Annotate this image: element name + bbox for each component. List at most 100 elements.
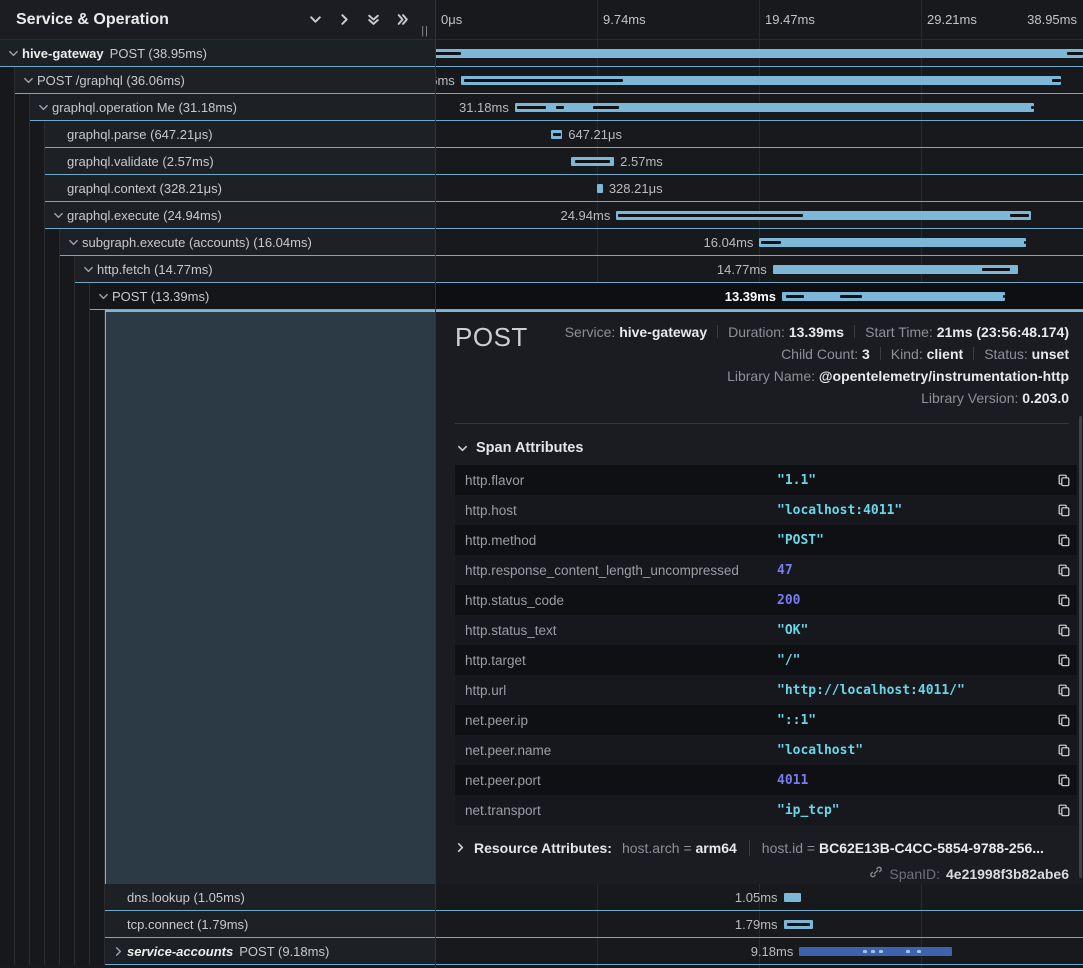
- span-row-subgraph-execute-accounts-[interactable]: subgraph.execute (accounts) (16.04ms)16.…: [0, 229, 1083, 256]
- span-name-cell[interactable]: graphql.context (328.21μs): [45, 175, 435, 202]
- span-name-cell[interactable]: dns.lookup (1.05ms): [105, 884, 435, 911]
- span-name-cell[interactable]: http.fetch (14.77ms): [75, 256, 435, 283]
- span-duration-label: 14.77ms: [717, 256, 773, 283]
- span-name-cell[interactable]: hive-gatewayPOST (38.95ms): [0, 40, 435, 67]
- chevron-down-icon[interactable]: [68, 237, 82, 248]
- chevron-down-icon[interactable]: [8, 48, 22, 59]
- overview-field-label: Library Version:: [921, 390, 1022, 406]
- span-name-cell[interactable]: POST /graphql (36.06ms): [15, 67, 435, 94]
- chevron-down-icon[interactable]: [98, 291, 112, 302]
- span-duration-bar[interactable]: [435, 49, 1083, 58]
- span-bar-area: 13.39ms: [435, 283, 1083, 310]
- span-row-tcp-connect[interactable]: tcp.connect (1.79ms) 1.79ms: [0, 911, 1083, 938]
- span-name-cell[interactable]: graphql.execute (24.94ms): [45, 202, 435, 229]
- span-duration-bar[interactable]: [773, 265, 1019, 274]
- span-name-cell[interactable]: graphql.validate (2.57ms): [45, 148, 435, 175]
- attribute-value: "/": [777, 653, 1051, 668]
- child-span-marker: [786, 295, 804, 298]
- span-name-cell[interactable]: service-accountsPOST (9.18ms): [105, 938, 435, 965]
- expand-all-icon[interactable]: [395, 13, 409, 27]
- span-row-post[interactable]: hive-gatewayPOST (38.95ms): [0, 40, 1083, 67]
- span-duration-bar[interactable]: [782, 292, 1005, 301]
- indent-guides: [0, 94, 30, 121]
- span-duration-label: 13.39ms: [725, 283, 782, 310]
- selected-span-highlight[interactable]: [105, 310, 435, 884]
- span-duration-bar[interactable]: [571, 157, 614, 166]
- span-duration-bar[interactable]: [759, 238, 1026, 247]
- span-duration-bar[interactable]: [799, 947, 952, 956]
- span-row-graphql-validate[interactable]: graphql.validate (2.57ms)2.57ms: [0, 148, 1083, 175]
- copy-icon[interactable]: [1051, 533, 1071, 547]
- span-bar-area: 9.18ms: [435, 938, 1083, 965]
- span-name-cell[interactable]: graphql.parse (647.21μs): [45, 121, 435, 148]
- span-name-cell[interactable]: subgraph.execute (accounts) (16.04ms): [60, 229, 435, 256]
- child-span-marker: [906, 950, 910, 953]
- span-bar-area: 36.06ms: [435, 67, 1083, 94]
- resource-attributes-row: Resource Attributes: host.arch = arm64 ho…: [455, 840, 1069, 856]
- chevron-right-icon[interactable]: [455, 840, 466, 856]
- span-row-post[interactable]: service-accountsPOST (9.18ms)9.18ms: [0, 938, 1083, 965]
- collapse-one-icon[interactable]: [308, 13, 322, 27]
- span-name-cell[interactable]: tcp.connect (1.79ms): [105, 911, 435, 938]
- detail-scrollbar[interactable]: [1079, 416, 1082, 878]
- span-id-label: SpanID:: [889, 866, 940, 882]
- chevron-down-icon[interactable]: [38, 102, 52, 113]
- child-span-marker: [761, 241, 781, 244]
- copy-icon[interactable]: [1051, 743, 1071, 757]
- span-duration-bar[interactable]: [784, 893, 801, 902]
- span-name-cell[interactable]: graphql.operation Me (31.18ms): [30, 94, 435, 121]
- copy-icon[interactable]: [1051, 773, 1071, 787]
- span-duration-bar[interactable]: [461, 76, 1061, 85]
- expand-one-icon[interactable]: [337, 13, 351, 27]
- panel-resize-handle[interactable]: ||: [421, 25, 429, 37]
- span-name-cell[interactable]: POST (13.39ms): [90, 283, 435, 310]
- copy-icon[interactable]: [1051, 803, 1071, 817]
- attribute-key: http.url: [465, 683, 777, 698]
- attribute-value: "1.1": [777, 473, 1051, 488]
- collapse-all-icon[interactable]: [366, 13, 380, 27]
- span-row-dns-lookup[interactable]: dns.lookup (1.05ms)1.05ms: [0, 884, 1083, 911]
- chevron-down-icon[interactable]: [23, 75, 37, 86]
- chevron-down-icon[interactable]: [83, 264, 97, 275]
- span-label: dns.lookup (1.05ms): [127, 890, 245, 905]
- span-row-graphql-operation-me[interactable]: graphql.operation Me (31.18ms)31.18ms: [0, 94, 1083, 121]
- resource-attribute-key: host.id: [762, 840, 807, 856]
- copy-icon[interactable]: [1051, 563, 1071, 577]
- copy-icon[interactable]: [1051, 713, 1071, 727]
- service-name: hive-gateway: [22, 46, 104, 61]
- child-span-marker: [1031, 106, 1034, 109]
- overview-field-label: Start Time:: [865, 324, 937, 340]
- span-row-graphql-parse[interactable]: graphql.parse (647.21μs)647.21μs: [0, 121, 1083, 148]
- copy-icon[interactable]: [1051, 503, 1071, 517]
- span-row-graphql-execute[interactable]: graphql.execute (24.94ms)24.94ms: [0, 202, 1083, 229]
- span-row-post[interactable]: POST (13.39ms) 13.39ms: [0, 283, 1083, 310]
- copy-icon[interactable]: [1051, 683, 1071, 697]
- timeline-tick-label: 29.21ms: [927, 12, 977, 27]
- chevron-down-icon[interactable]: [53, 210, 67, 221]
- equals-sign: =: [807, 840, 819, 856]
- span-duration-bar[interactable]: [551, 130, 562, 139]
- link-icon[interactable]: [869, 865, 883, 882]
- copy-icon[interactable]: [1051, 623, 1071, 637]
- chevron-right-icon[interactable]: [113, 946, 127, 957]
- span-label: hive-gatewayPOST (38.95ms): [22, 46, 207, 61]
- span-row-http-fetch[interactable]: http.fetch (14.77ms) 14.77ms: [0, 256, 1083, 283]
- panel-divider[interactable]: [435, 0, 436, 968]
- span-duration-bar[interactable]: [784, 920, 814, 929]
- timeline-tick-label: 9.74ms: [603, 12, 646, 27]
- span-duration-bar[interactable]: [515, 103, 1034, 112]
- copy-icon[interactable]: [1051, 653, 1071, 667]
- span-duration-label: 1.79ms: [735, 911, 784, 938]
- overview-field-value: hive-gateway: [619, 324, 707, 340]
- span-duration-bar[interactable]: [616, 211, 1031, 220]
- copy-icon[interactable]: [1051, 593, 1071, 607]
- resource-attribute-item: host.arch = arm64: [622, 840, 737, 856]
- overview-separator: [973, 347, 974, 360]
- span-row-graphql-context[interactable]: graphql.context (328.21μs) 328.21μs: [0, 175, 1083, 202]
- resource-attributes-title[interactable]: Resource Attributes:: [474, 840, 612, 856]
- resource-attribute-item: host.id = BC62E13B-C4CC-5854-9788-256...: [749, 840, 1044, 856]
- span-attributes-section-header[interactable]: Span Attributes: [457, 440, 1069, 456]
- copy-icon[interactable]: [1051, 473, 1071, 487]
- span-row-post-graphql[interactable]: POST /graphql (36.06ms)36.06ms: [0, 67, 1083, 94]
- span-duration-label: 328.21μs: [603, 175, 663, 202]
